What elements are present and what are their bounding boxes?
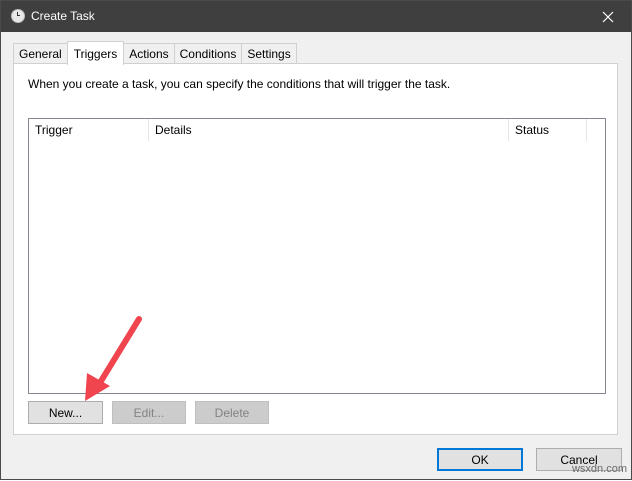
column-header-details[interactable]: Details	[149, 119, 509, 141]
close-icon	[602, 11, 614, 22]
tab-actions[interactable]: Actions	[123, 43, 175, 64]
delete-trigger-button[interactable]: Delete	[195, 401, 269, 424]
triggers-panel: When you create a task, you can specify …	[13, 63, 618, 435]
tab-settings[interactable]: Settings	[241, 43, 297, 64]
triggers-list-header: Trigger Details Status	[29, 119, 605, 141]
title-bar[interactable]: Create Task	[1, 1, 631, 32]
tab-triggers[interactable]: Triggers	[66, 41, 125, 65]
triggers-list[interactable]: Trigger Details Status	[28, 118, 606, 394]
tab-conditions[interactable]: Conditions	[173, 43, 243, 64]
ok-button[interactable]: OK	[437, 448, 523, 471]
tab-strip: General Triggers Actions Conditions Sett…	[13, 41, 297, 65]
triggers-description: When you create a task, you can specify …	[28, 77, 451, 91]
column-header-status[interactable]: Status	[509, 119, 587, 141]
tab-general[interactable]: General	[13, 43, 68, 64]
column-header-filler	[587, 119, 605, 141]
watermark: wsxdn.com	[571, 463, 627, 475]
clock-icon	[11, 9, 25, 23]
column-header-trigger[interactable]: Trigger	[29, 119, 149, 141]
window-title: Create Task	[31, 9, 95, 23]
new-trigger-button[interactable]: New...	[28, 401, 103, 424]
close-button[interactable]	[585, 1, 631, 32]
create-task-dialog: Create Task General Triggers Actions Con…	[0, 0, 632, 480]
edit-trigger-button[interactable]: Edit...	[112, 401, 186, 424]
